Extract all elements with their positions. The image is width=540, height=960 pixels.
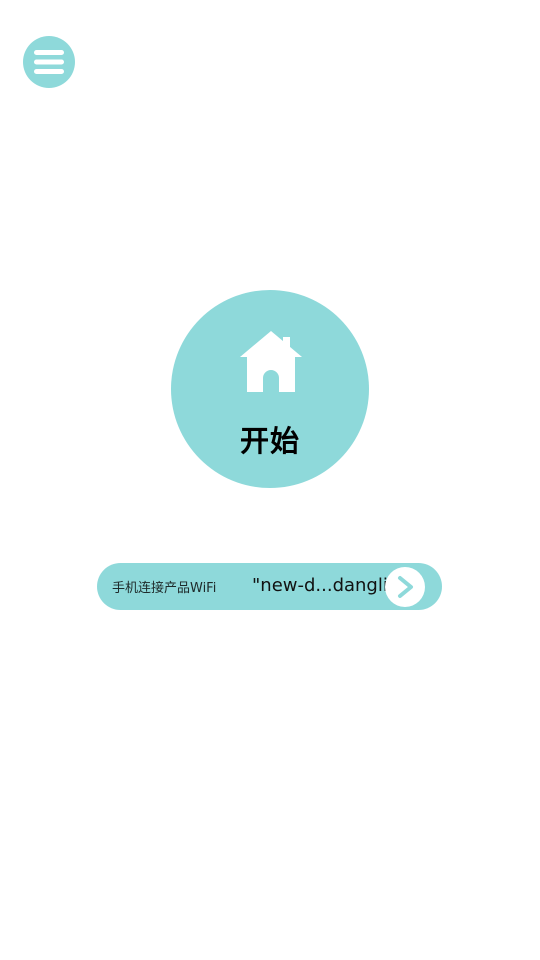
hamburger-menu-icon xyxy=(34,50,64,74)
wifi-connection-label: 手机连接产品WiFi xyxy=(112,581,217,596)
start-button[interactable]: 开始 xyxy=(171,290,369,488)
chevron-right-icon xyxy=(398,576,413,598)
wifi-next-button[interactable] xyxy=(385,567,425,607)
home-icon xyxy=(240,331,302,392)
home-door xyxy=(263,370,279,392)
start-label: 开始 xyxy=(239,424,300,458)
wifi-connection-bar[interactable]: 手机连接产品WiFi "new-d...dangli" xyxy=(97,563,442,610)
menu-button[interactable] xyxy=(23,36,75,88)
wifi-network-name: "new-d...dangli" xyxy=(252,575,397,596)
app-screen: 开始 手机连接产品WiFi "new-d...dangli" xyxy=(0,0,540,960)
